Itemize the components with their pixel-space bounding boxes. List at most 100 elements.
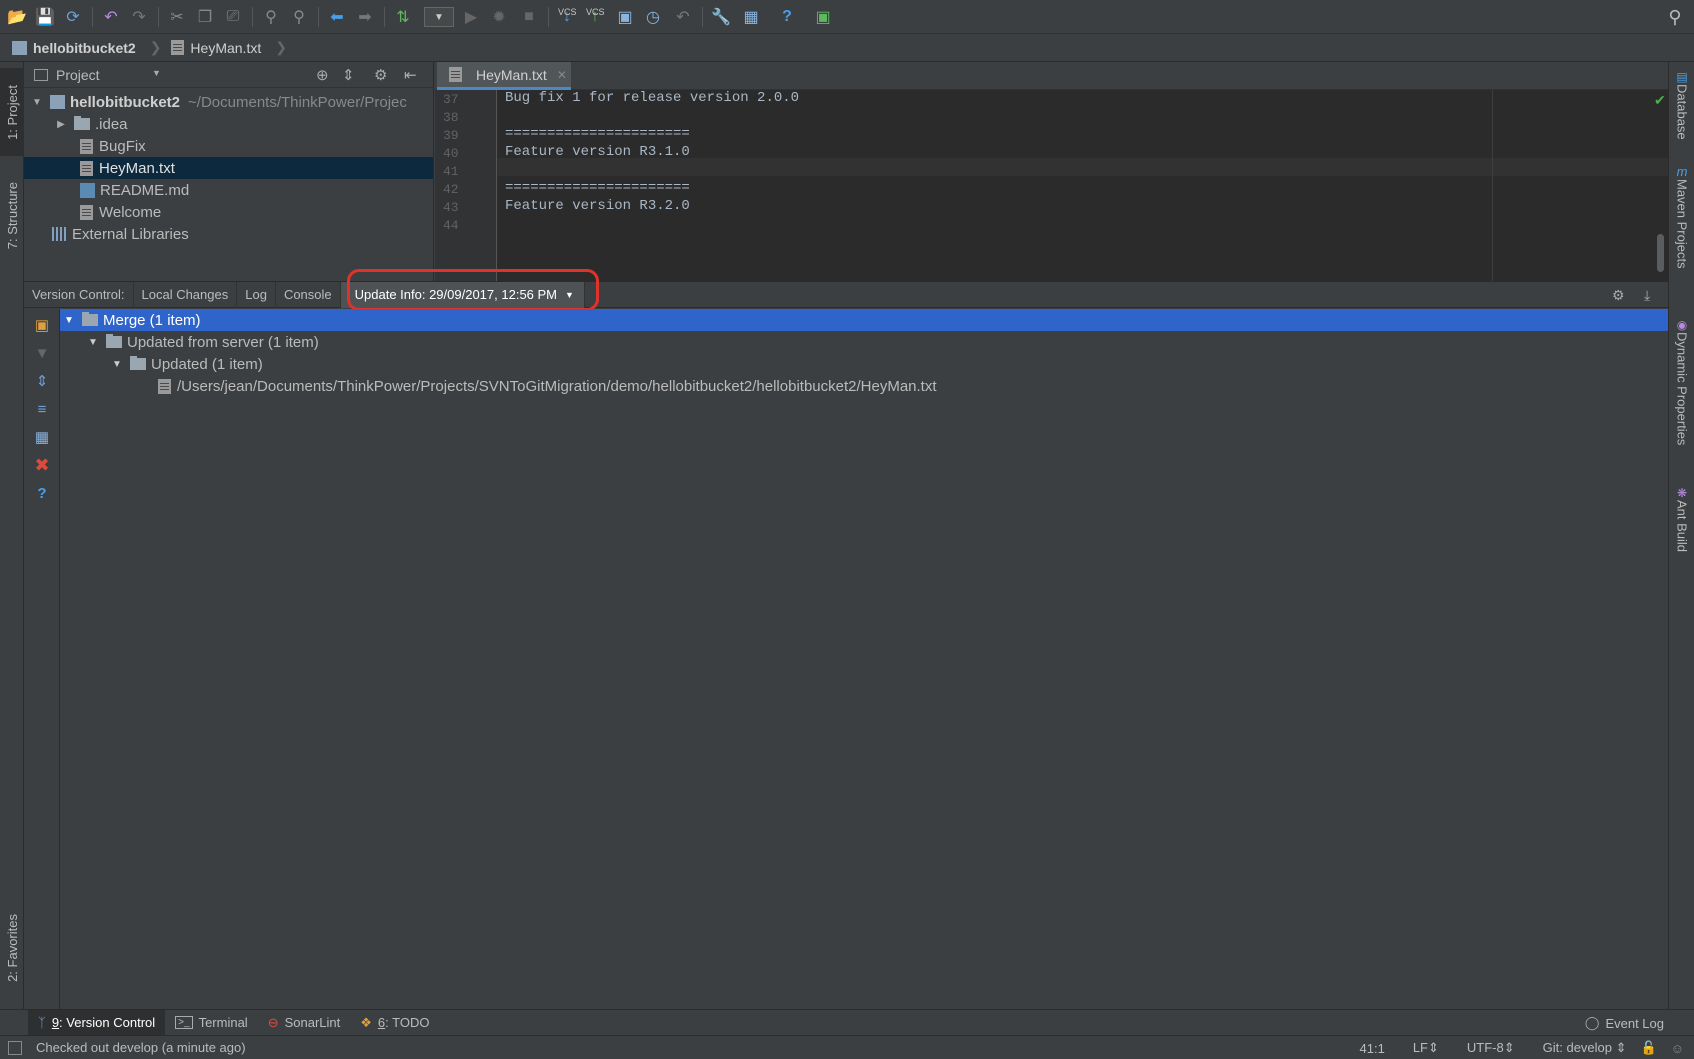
tree-node-updated-from-server[interactable]: ▼ Updated from server (1 item) bbox=[60, 331, 1668, 353]
undo-icon[interactable]: ↶ bbox=[100, 6, 122, 28]
vcs-commit-icon[interactable]: VCS ↑ bbox=[584, 6, 606, 28]
file-icon bbox=[80, 204, 93, 220]
breadcrumb-project[interactable]: hellobitbucket2 bbox=[12, 40, 136, 56]
tab-project[interactable]: 1: Project bbox=[0, 68, 24, 156]
back-icon[interactable]: ⬅ bbox=[326, 6, 348, 28]
hide-panel-icon[interactable]: ⤓ bbox=[1644, 287, 1650, 304]
group-by-icon[interactable]: ▣ bbox=[32, 315, 52, 335]
folder-icon bbox=[74, 116, 90, 130]
view-dropdown-icon[interactable]: ▼ bbox=[152, 68, 161, 78]
inspection-ok-icon[interactable]: ✔ bbox=[1654, 92, 1666, 109]
tab-local-changes[interactable]: Local Changes bbox=[134, 281, 238, 308]
close-icon[interactable]: ✖ bbox=[32, 455, 52, 475]
close-icon[interactable]: ✕ bbox=[557, 68, 567, 82]
tab-version-control[interactable]: ᛉ 9: Version Control bbox=[28, 1009, 166, 1036]
find-icon[interactable]: ⚲ bbox=[260, 6, 282, 28]
copy-icon[interactable]: ❐ bbox=[194, 6, 216, 28]
remote-icon[interactable]: ▣ bbox=[812, 6, 834, 28]
lock-icon[interactable]: 🔓 bbox=[1641, 1040, 1657, 1056]
file-icon bbox=[171, 40, 185, 55]
code-area[interactable]: Bug fix 1 for release version 2.0.0 ====… bbox=[435, 90, 1668, 281]
open-folder-icon[interactable]: 📂 bbox=[6, 6, 28, 28]
markdown-icon bbox=[80, 182, 95, 198]
version-control-tabs: Version Control: Local Changes Log Conso… bbox=[24, 281, 1668, 308]
redo-icon[interactable]: ↷ bbox=[128, 6, 150, 28]
expand-arrow-icon[interactable]: ▼ bbox=[86, 337, 100, 348]
git-branch-widget[interactable]: Git: develop ⇕ bbox=[1529, 1040, 1627, 1056]
gear-icon[interactable]: ⚙ bbox=[1612, 287, 1625, 304]
status-message[interactable]: Checked out develop (a minute ago) bbox=[36, 1040, 246, 1055]
help-icon[interactable]: ? bbox=[32, 483, 52, 503]
tab-maven-projects[interactable]: m Maven Projects bbox=[1669, 164, 1694, 269]
stop-icon[interactable]: ■ bbox=[518, 6, 540, 28]
editor-scrollbar[interactable] bbox=[1657, 234, 1664, 272]
tree-node-file[interactable]: /Users/jean/Documents/ThinkPower/Project… bbox=[60, 375, 1668, 397]
toggle-tool-windows-icon[interactable] bbox=[8, 1041, 22, 1055]
tab-ant-build[interactable]: ❋ Ant Build bbox=[1669, 486, 1694, 552]
save-icon[interactable]: 💾 bbox=[34, 6, 56, 28]
settings-icon[interactable]: 🔧 bbox=[710, 6, 732, 28]
breadcrumb: hellobitbucket2 ❯ HeyMan.txt ❯ bbox=[0, 34, 1694, 62]
right-tool-strip: ▤ Database m Maven Projects ◉ Dynamic Pr… bbox=[1668, 62, 1694, 1009]
tree-node-merge[interactable]: ▼ Merge (1 item) bbox=[60, 309, 1668, 331]
tab-console[interactable]: Console bbox=[276, 281, 341, 308]
forward-icon[interactable]: ➡ bbox=[354, 6, 376, 28]
encoding-widget[interactable]: UTF-8⇕ bbox=[1453, 1040, 1515, 1056]
locate-icon[interactable]: ⊕ bbox=[316, 66, 329, 84]
tab-event-log[interactable]: ◯ Event Log bbox=[1585, 1010, 1664, 1036]
tab-todo[interactable]: ❖ 6: TODO bbox=[350, 1010, 439, 1036]
project-structure-icon[interactable]: ▦ bbox=[740, 6, 762, 28]
build-icon[interactable]: ⇅ bbox=[392, 6, 414, 28]
breadcrumb-file[interactable]: HeyMan.txt bbox=[171, 40, 261, 56]
expand-arrow-icon[interactable]: ▼ bbox=[30, 97, 44, 108]
cut-icon[interactable]: ✂ bbox=[166, 6, 188, 28]
debug-icon[interactable]: ✹ bbox=[488, 6, 510, 28]
search-icon[interactable]: ⚲ bbox=[1664, 6, 1686, 28]
tree-node-updated[interactable]: ▼ Updated (1 item) bbox=[60, 353, 1668, 375]
tree-item-welcome[interactable]: Welcome bbox=[24, 201, 433, 223]
vcs-compare-icon[interactable]: ▣ bbox=[614, 6, 636, 28]
inspector-icon[interactable]: ☺ bbox=[1671, 1041, 1684, 1056]
tree-item-heyman[interactable]: HeyMan.txt bbox=[24, 157, 433, 179]
help-icon[interactable]: ? bbox=[776, 6, 798, 28]
tab-favorites[interactable]: 2: Favorites bbox=[0, 898, 24, 998]
hide-icon[interactable]: ⇤ bbox=[404, 66, 417, 84]
replace-icon[interactable]: ⚲ bbox=[288, 6, 310, 28]
run-icon[interactable]: ▶ bbox=[460, 6, 482, 28]
caret-position[interactable]: 41:1 bbox=[1360, 1041, 1385, 1056]
collapse-icon[interactable]: ⇕ bbox=[342, 66, 355, 84]
tab-terminal[interactable]: >_ Terminal bbox=[165, 1010, 258, 1036]
tab-sonarlint[interactable]: ⊖ SonarLint bbox=[258, 1010, 351, 1036]
tab-structure[interactable]: 7: Structure bbox=[0, 166, 24, 266]
vcs-update-icon[interactable]: VCS ↓ bbox=[556, 6, 578, 28]
tree-root[interactable]: ▼ hellobitbucket2 ~/Documents/ThinkPower… bbox=[24, 91, 433, 113]
tree-node-label: Updated from server (1 item) bbox=[127, 333, 319, 351]
run-config-dropdown-icon[interactable]: ▼ bbox=[424, 7, 454, 27]
expand-all-icon[interactable]: ⇕ bbox=[32, 371, 52, 391]
collapse-all-icon[interactable]: ≡ bbox=[32, 399, 52, 419]
expand-arrow-icon[interactable]: ▼ bbox=[110, 359, 124, 370]
line-separator-widget[interactable]: LF⇕ bbox=[1399, 1040, 1439, 1056]
editor-tab-bar: HeyMan.txt ✕ bbox=[435, 62, 1668, 90]
compare-icon[interactable]: ▦ bbox=[32, 427, 52, 447]
tab-log[interactable]: Log bbox=[237, 281, 276, 308]
tree-item-idea[interactable]: ▶ .idea bbox=[24, 113, 433, 135]
filter-icon[interactable]: ▼ bbox=[32, 343, 52, 363]
tree-item-readme[interactable]: README.md bbox=[24, 179, 433, 201]
vcs-history-icon[interactable]: ◷ bbox=[642, 6, 664, 28]
paste-icon[interactable]: ⎚ bbox=[222, 6, 244, 28]
editor-tab-heyman[interactable]: HeyMan.txt ✕ bbox=[437, 62, 571, 90]
tree-item-external-libraries[interactable]: External Libraries bbox=[24, 223, 433, 245]
expand-arrow-icon[interactable]: ▼ bbox=[62, 315, 76, 326]
vcs-revert-icon[interactable]: ↶ bbox=[672, 6, 694, 28]
expand-arrow-icon[interactable]: ▶ bbox=[54, 119, 68, 130]
tree-item-bugfix[interactable]: BugFix bbox=[24, 135, 433, 157]
ant-icon: ❋ bbox=[1676, 486, 1688, 500]
gear-icon[interactable]: ⚙ bbox=[374, 66, 387, 84]
sync-icon[interactable]: ⟳ bbox=[62, 6, 84, 28]
tab-sonarlint-label: SonarLint bbox=[284, 1015, 341, 1030]
tree-node-label: Updated (1 item) bbox=[151, 355, 263, 373]
folder-icon bbox=[82, 312, 98, 326]
tab-dynamic-properties[interactable]: ◉ Dynamic Properties bbox=[1669, 318, 1694, 445]
tab-database[interactable]: ▤ Database bbox=[1669, 70, 1694, 140]
